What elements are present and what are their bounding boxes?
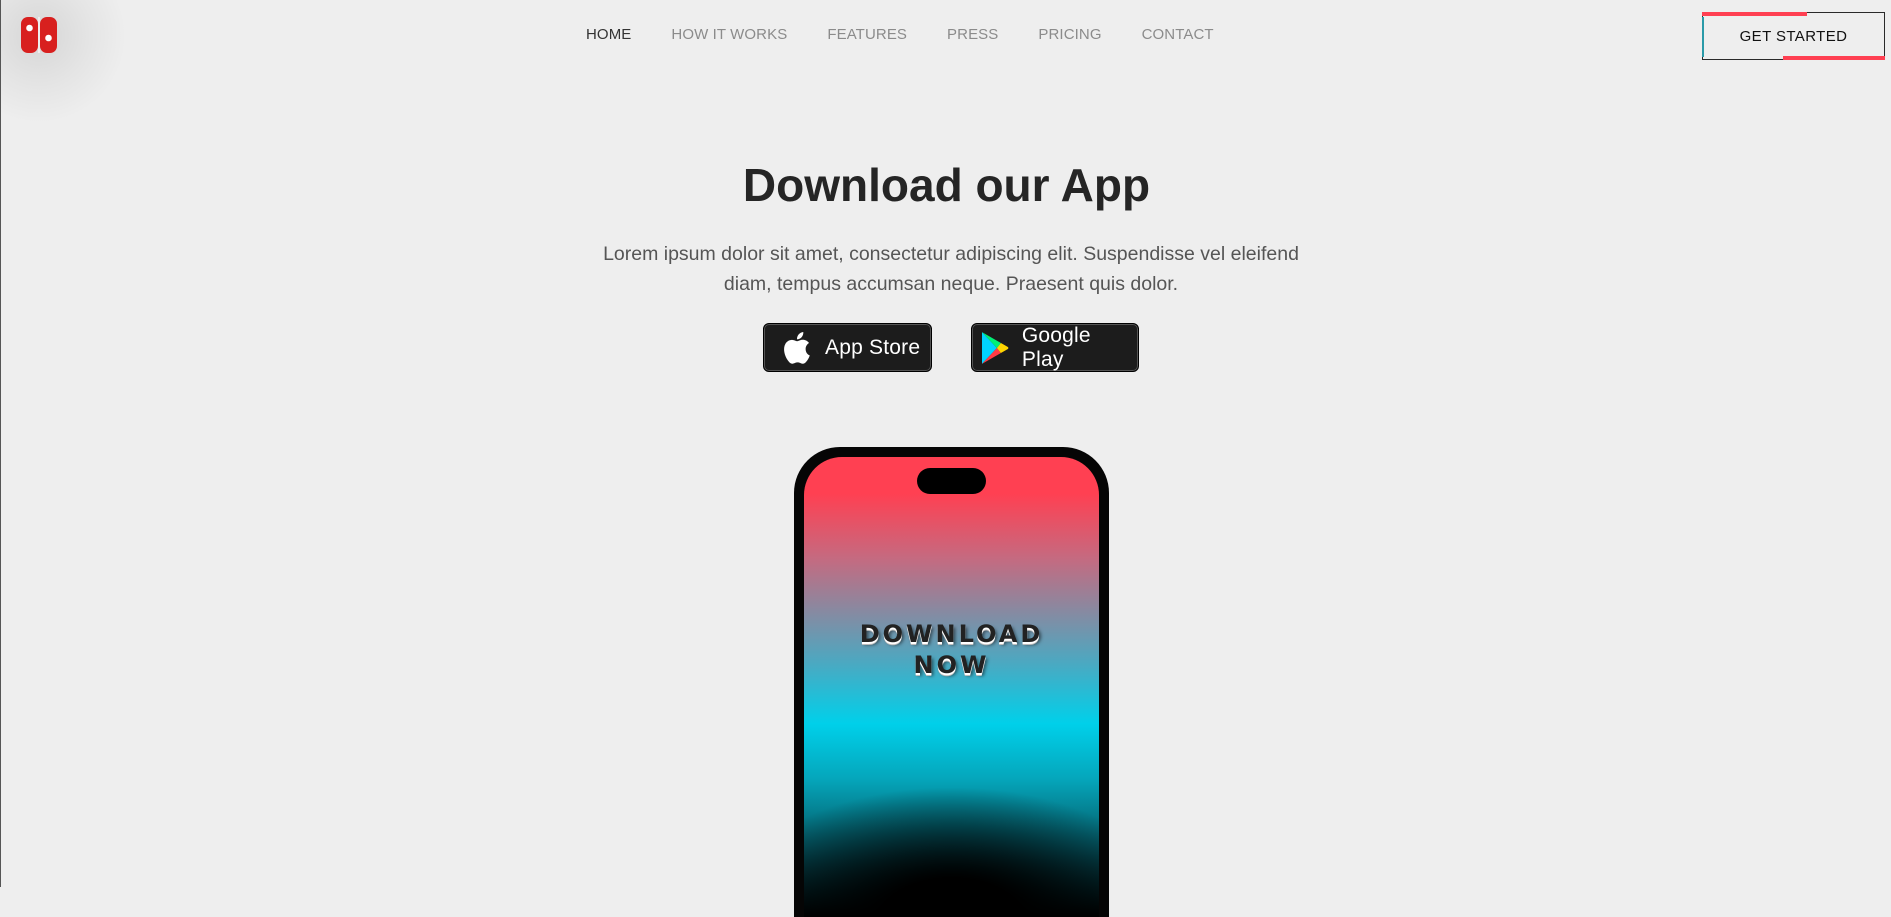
cta-accent-top (1702, 12, 1807, 16)
nav-home[interactable]: HOME (586, 26, 631, 43)
logo-area (1, 0, 141, 140)
screen-line-1: DOWNLOAD (859, 620, 1044, 648)
dynamic-island (917, 468, 986, 494)
google-play-button[interactable]: Google Play (971, 323, 1139, 372)
nav-pricing[interactable]: PRICING (1038, 26, 1101, 43)
google-play-label: Google Play (1021, 323, 1091, 371)
logo-icon[interactable] (20, 16, 58, 54)
cta-accent-bottom (1783, 56, 1885, 60)
nav-contact[interactable]: CONTACT (1142, 26, 1214, 43)
cta-accent-left (1702, 17, 1704, 57)
hero-description: Lorem ipsum dolor sit amet, consectetur … (603, 243, 1299, 295)
phone-screen: DOWNLOAD NOW (804, 457, 1099, 917)
nav-press[interactable]: PRESS (947, 26, 998, 43)
app-store-button[interactable]: App Store (763, 323, 932, 372)
screen-line-2: NOW (913, 651, 990, 679)
apple-icon (784, 331, 810, 364)
main-nav: HOME HOW IT WORKS FEATURES PRESS PRICING… (586, 26, 1254, 43)
app-store-label: App Store (825, 335, 921, 359)
nav-how-it-works[interactable]: HOW IT WORKS (671, 26, 787, 43)
page-title: Download our App (742, 159, 1151, 211)
phone-mockup: DOWNLOAD NOW (794, 447, 1109, 917)
google-play-icon (981, 331, 1009, 364)
get-started-button[interactable]: GET STARTED (1702, 12, 1885, 60)
download-now-text: DOWNLOAD NOW (804, 619, 1099, 681)
get-started-label: GET STARTED (1739, 27, 1848, 45)
nav-features[interactable]: FEATURES (827, 26, 907, 43)
